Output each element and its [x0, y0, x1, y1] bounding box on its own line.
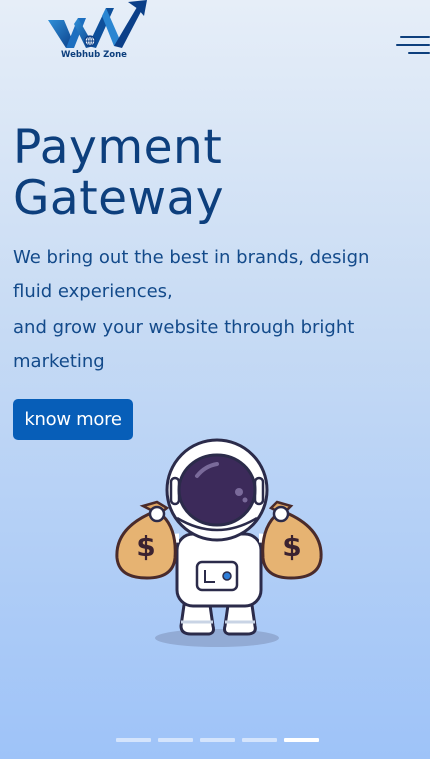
- svg-text:$: $: [282, 530, 301, 563]
- webhub-zone-logo[interactable]: Webhub Zone: [44, 0, 152, 62]
- astronaut-money-bags-illustration: $ $: [105, 430, 330, 660]
- hero-title: Payment Gateway: [13, 122, 413, 224]
- carousel-indicators: [116, 738, 320, 744]
- carousel-indicator-3[interactable]: [200, 738, 235, 742]
- logo-text: Webhub Zone: [61, 50, 127, 60]
- hero-title-line-1: Payment: [13, 120, 223, 175]
- hamburger-menu-icon[interactable]: [396, 36, 430, 58]
- carousel-indicator-2[interactable]: [158, 738, 193, 742]
- carousel-indicator-5[interactable]: [284, 738, 319, 742]
- site-header: Webhub Zone: [0, 0, 430, 80]
- svg-text:$: $: [136, 530, 155, 563]
- hero-title-line-2: Gateway: [13, 171, 225, 226]
- logo-mark-icon: [48, 0, 147, 48]
- hero-description-1: We bring out the best in brands, design …: [13, 247, 370, 302]
- carousel-indicator-1[interactable]: [116, 738, 151, 742]
- carousel-indicator-4[interactable]: [242, 738, 277, 742]
- hero-description-2: and grow your website through bright mar…: [13, 317, 355, 372]
